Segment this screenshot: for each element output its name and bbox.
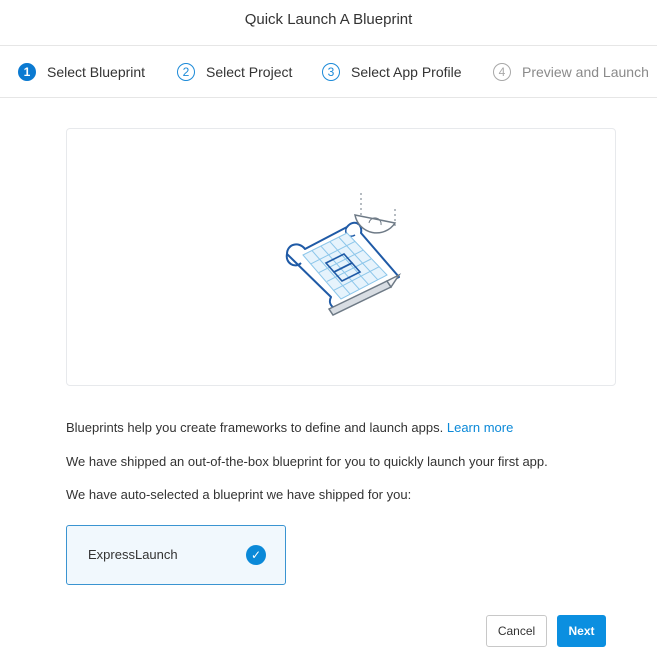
step-label: Select App Profile bbox=[351, 64, 462, 80]
step-label: Preview and Launch bbox=[522, 64, 649, 80]
blueprint-description: Blueprints help you create frameworks to… bbox=[66, 420, 513, 435]
step-number-badge: 2 bbox=[177, 63, 195, 81]
step-select-project[interactable]: 2 Select Project bbox=[177, 46, 292, 98]
next-button[interactable]: Next bbox=[557, 615, 606, 647]
illustration-card bbox=[66, 128, 616, 386]
step-select-app-profile[interactable]: 3 Select App Profile bbox=[322, 46, 462, 98]
step-label: Select Project bbox=[206, 64, 293, 80]
auto-selected-text: We have auto-selected a blueprint we hav… bbox=[66, 487, 412, 502]
blueprint-drafting-icon bbox=[285, 193, 402, 316]
blueprint-name: ExpressLaunch bbox=[88, 547, 178, 562]
step-label: Select Blueprint bbox=[47, 64, 146, 80]
step-preview-and-launch[interactable]: 4 Preview and Launch bbox=[493, 46, 649, 98]
quick-launch-dialog: Quick Launch A Blueprint 1 Select Bluepr… bbox=[0, 0, 657, 671]
description-text: Blueprints help you create frameworks to… bbox=[66, 420, 444, 435]
wizard-steps: 1 Select Blueprint 2 Select Project 3 Se… bbox=[0, 45, 657, 98]
step-number-badge: 1 bbox=[18, 63, 36, 81]
checkmark-icon: ✓ bbox=[246, 545, 266, 565]
step-number-badge: 3 bbox=[322, 63, 340, 81]
dialog-title: Quick Launch A Blueprint bbox=[244, 11, 413, 28]
blueprint-option-expresslaunch[interactable]: ExpressLaunch ✓ bbox=[66, 525, 286, 585]
shipped-blueprint-text: We have shipped an out-of-the-box bluepr… bbox=[66, 454, 548, 469]
cancel-button[interactable]: Cancel bbox=[486, 615, 547, 647]
learn-more-link[interactable]: Learn more bbox=[447, 420, 513, 435]
step-number-badge: 4 bbox=[493, 63, 511, 81]
step-select-blueprint[interactable]: 1 Select Blueprint bbox=[18, 46, 145, 98]
